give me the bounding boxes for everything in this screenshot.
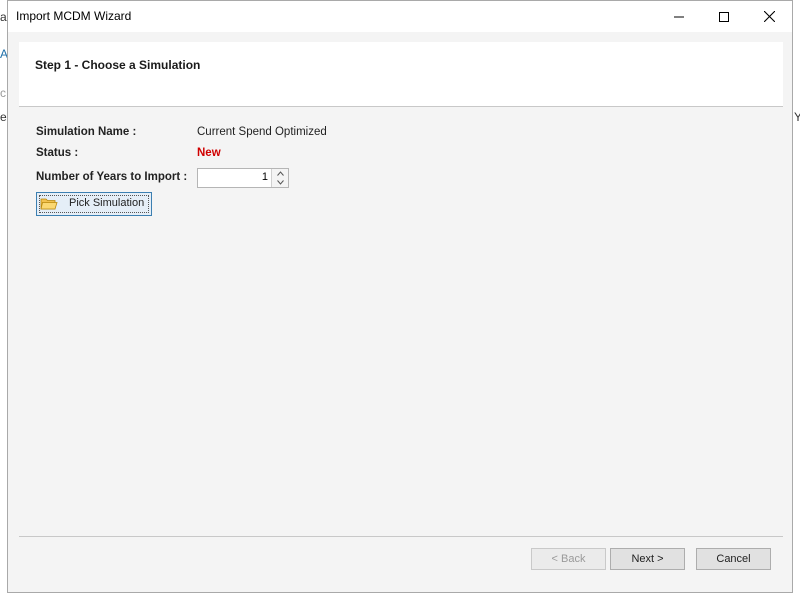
minimize-icon <box>674 16 684 17</box>
simulation-name-label: Simulation Name : <box>36 126 137 138</box>
chevron-up-icon <box>276 171 284 176</box>
next-button[interactable]: Next > <box>610 548 685 570</box>
background-text-fragment: a <box>0 10 7 24</box>
maximize-icon <box>719 11 729 22</box>
spinner-buttons <box>271 169 288 187</box>
back-button[interactable]: < Back <box>531 548 606 570</box>
close-icon <box>763 11 775 22</box>
years-to-import-value[interactable]: 1 <box>262 171 268 183</box>
status-value: New <box>197 147 221 159</box>
simulation-name-value: Current Spend Optimized <box>197 126 327 138</box>
status-label: Status : <box>36 147 79 159</box>
years-to-import-stepper[interactable]: 1 <box>197 168 289 188</box>
background-text-fragment: c <box>0 86 6 100</box>
close-button[interactable] <box>746 1 792 32</box>
folder-icon <box>40 198 58 210</box>
pick-simulation-button[interactable]: Pick Simulation <box>36 192 152 216</box>
spinner-up-button[interactable] <box>272 169 288 178</box>
pick-simulation-label: Pick Simulation <box>69 197 145 209</box>
footer-separator <box>19 536 783 537</box>
spinner-down-button[interactable] <box>272 178 288 187</box>
years-to-import-label: Number of Years to Import : <box>36 171 188 183</box>
step-title: Step 1 - Choose a Simulation <box>35 58 201 72</box>
wizard-window: Import MCDM Wizard Step 1 - Choose a Sim… <box>7 0 793 593</box>
cancel-button[interactable]: Cancel <box>696 548 771 570</box>
window-title: Import MCDM Wizard <box>16 9 132 23</box>
title-bar[interactable]: Import MCDM Wizard <box>8 1 792 32</box>
background-text-fragment: e <box>0 110 7 124</box>
background-text-fragment: Y <box>794 110 800 124</box>
next-button-label: Next > <box>631 553 664 565</box>
wizard-header-panel: Step 1 - Choose a Simulation <box>19 42 783 107</box>
chevron-down-icon <box>276 180 284 185</box>
minimize-button[interactable] <box>656 1 702 32</box>
back-button-label: < Back <box>551 553 586 565</box>
cancel-button-label: Cancel <box>716 553 751 565</box>
maximize-button[interactable] <box>701 1 747 32</box>
